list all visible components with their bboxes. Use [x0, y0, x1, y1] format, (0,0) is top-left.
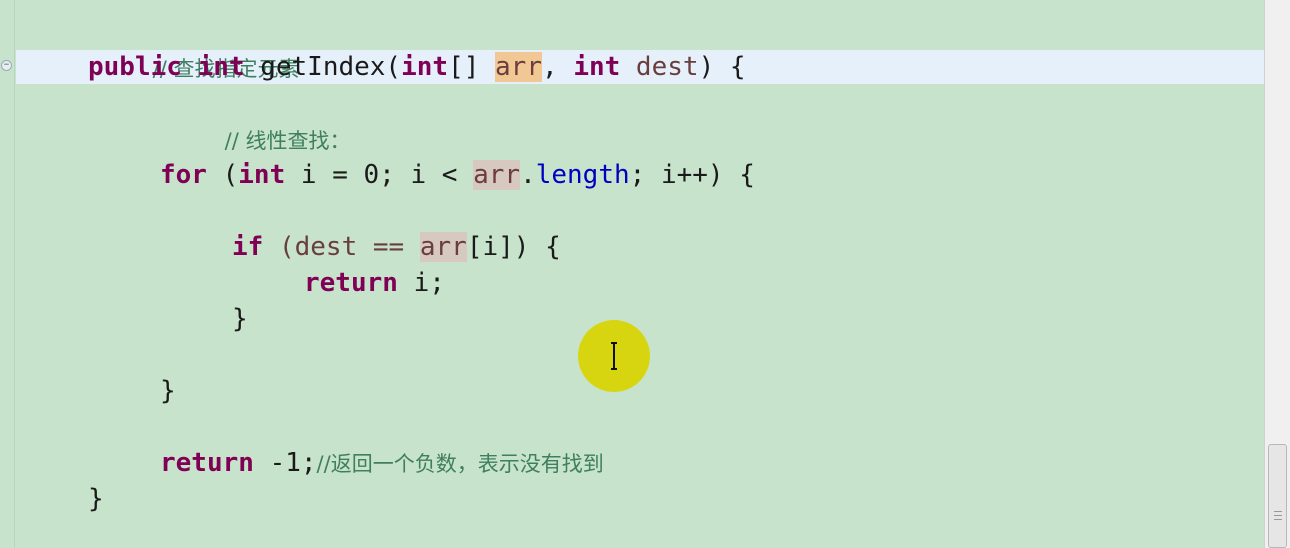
code-line-4: for (int i = 0; i < arr.length; i++) { [160, 157, 755, 193]
keyword-int: int [401, 52, 449, 82]
text-ibeam-cursor-icon [611, 342, 617, 370]
paren-brace: ) { [698, 52, 746, 82]
code-editor[interactable]: − // 查找指定元素 public int getIndex(int[] ar… [0, 0, 1264, 548]
cursor-highlight [578, 320, 650, 392]
keyword-int: int [197, 52, 245, 82]
keyword-int: int [573, 52, 621, 82]
dot: . [520, 160, 536, 190]
comment: //返回一个负数，表示没有找到 [316, 452, 604, 476]
close-brace: } [232, 304, 248, 334]
loop-rest: ; i++) { [629, 160, 755, 190]
comment: // 线性查找： [224, 129, 351, 153]
code-line-3: // 线性查找： [162, 86, 351, 153]
scrollbar-thumb[interactable] [1268, 444, 1287, 548]
return-value: i; [397, 268, 445, 298]
fold-collapse-icon[interactable]: − [1, 60, 12, 71]
return-value: -1; [253, 448, 317, 478]
code-line-7: } [232, 301, 248, 337]
editor-gutter: − [0, 0, 15, 548]
comma: , [542, 52, 574, 82]
code-line-2: public int getIndex(int[] arr, int dest)… [88, 49, 746, 85]
param-arr-selected[interactable]: arr [495, 52, 542, 82]
keyword-public: public [88, 52, 182, 82]
keyword-return: return [160, 448, 254, 478]
method-name: getIndex( [244, 52, 402, 82]
arr-occurrence: arr [473, 160, 521, 190]
keyword-int: int [238, 160, 286, 190]
close-brace: } [88, 484, 104, 514]
param-dest: dest [620, 52, 699, 82]
keyword-for: for [160, 160, 207, 190]
arr-occurrence: arr [419, 232, 467, 262]
close-brace: } [160, 376, 176, 406]
code-line-1: // 查找指定元素 [90, 14, 300, 81]
code-line-9: return -1;//返回一个负数，表示没有找到 [160, 445, 604, 481]
array-brackets: [] [448, 52, 496, 82]
code-line-5: if (dest == arr[i]) { [232, 229, 561, 265]
if-condition: (dest == [263, 232, 420, 262]
code-line-8: } [160, 373, 176, 409]
loop-init: i = 0; i < [285, 160, 474, 190]
if-rest: [i]) { [466, 232, 561, 262]
vertical-scrollbar[interactable] [1264, 0, 1290, 548]
keyword-if: if [232, 232, 264, 262]
code-line-10: } [88, 481, 104, 517]
paren: ( [206, 160, 239, 190]
keyword-return: return [304, 268, 398, 298]
field-length: length [535, 160, 630, 190]
code-line-6: return i; [304, 265, 445, 301]
